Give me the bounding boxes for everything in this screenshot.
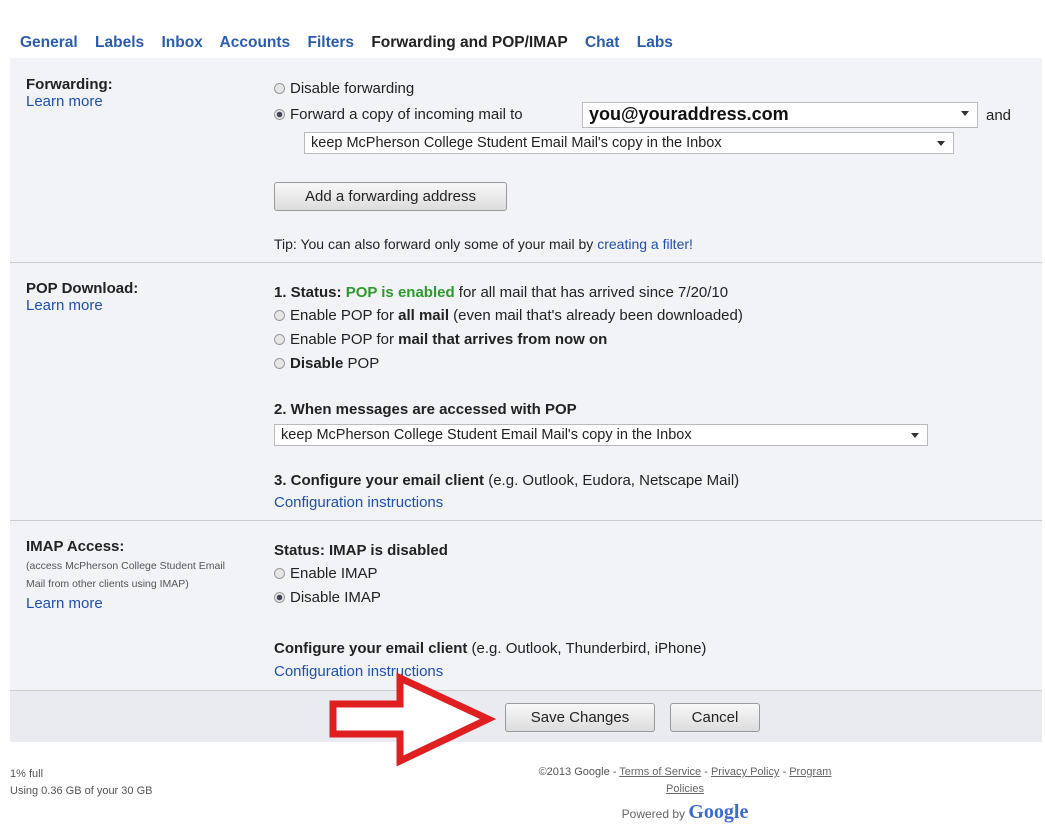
disable-forwarding-option[interactable]: Disable forwarding	[274, 80, 414, 97]
save-changes-button[interactable]: Save Changes	[505, 703, 655, 732]
forwarding-heading: Forwarding:	[26, 76, 113, 93]
imap-section: IMAP Access: (access McPherson College S…	[10, 520, 1042, 690]
tab-inbox[interactable]: Inbox	[161, 34, 202, 51]
tab-forwarding-pop-imap[interactable]: Forwarding and POP/IMAP	[371, 34, 567, 51]
chevron-down-icon	[911, 433, 919, 438]
tab-general[interactable]: General	[20, 34, 78, 51]
chevron-down-icon	[961, 111, 969, 116]
imap-learn-more-link[interactable]: Learn more	[26, 595, 103, 612]
pop-configure-client: 3. Configure your email client (e.g. Out…	[274, 472, 740, 489]
forwarding-keep-select[interactable]: keep McPherson College Student Email Mai…	[304, 132, 954, 154]
disable-forwarding-radio[interactable]	[274, 83, 285, 94]
imap-status: Status: IMAP is disabled	[274, 542, 448, 559]
storage-detail: Using 0.36 GB of your 30 GB	[10, 785, 153, 797]
powered-by: Powered by Google	[621, 801, 749, 823]
pop-section: POP Download: Learn more 1. Status: POP …	[10, 262, 1042, 521]
terms-link[interactable]: Terms of Service	[619, 766, 701, 778]
pop-status: 1. Status: POP is enabled for all mail t…	[274, 284, 729, 301]
cancel-button[interactable]: Cancel	[670, 703, 760, 732]
imap-disable-radio[interactable]	[274, 592, 285, 603]
pop-heading: POP Download:	[26, 280, 139, 297]
pop-configuration-instructions-link[interactable]: Configuration instructions	[274, 494, 443, 511]
imap-configure-client: Configure your email client (e.g. Outloo…	[274, 640, 707, 657]
pop-access-select[interactable]: keep McPherson College Student Email Mai…	[274, 424, 928, 446]
imap-enable-radio[interactable]	[274, 568, 285, 579]
forwarding-learn-more-link[interactable]: Learn more	[26, 93, 103, 110]
tab-labels[interactable]: Labels	[95, 34, 144, 51]
footer-links: ©2013 Google - Terms of Service - Privac…	[520, 764, 850, 823]
tab-filters[interactable]: Filters	[307, 34, 354, 51]
tab-chat[interactable]: Chat	[585, 34, 619, 51]
forward-copy-option[interactable]: Forward a copy of incoming mail to	[274, 106, 523, 123]
forwarding-section: Forwarding: Learn more Disable forwardin…	[10, 58, 1042, 263]
google-logo: Google	[688, 801, 749, 823]
chevron-down-icon	[937, 141, 945, 146]
storage-usage: 1% full Using 0.36 GB of your 30 GB	[10, 766, 152, 800]
imap-enable-option[interactable]: Enable IMAP	[274, 565, 378, 582]
settings-tabs: General Labels Inbox Accounts Filters Fo…	[20, 34, 686, 52]
copyright: ©2013 Google	[538, 766, 610, 778]
pop-status-value: POP is enabled	[345, 284, 455, 301]
storage-percent: 1% full	[10, 768, 44, 780]
pop-access-heading: 2. When messages are accessed with POP	[274, 401, 577, 418]
pop-all-mail-option[interactable]: Enable POP for all mail (even mail that'…	[274, 307, 743, 324]
tab-labs[interactable]: Labs	[637, 34, 673, 51]
forward-copy-radio[interactable]	[274, 109, 285, 120]
creating-filter-link[interactable]: creating a filter!	[597, 236, 693, 252]
pop-learn-more-link[interactable]: Learn more	[26, 297, 103, 314]
imap-description: (access McPherson College Student Email …	[26, 560, 226, 590]
pop-all-mail-radio[interactable]	[274, 310, 285, 321]
add-forwarding-address-button[interactable]: Add a forwarding address	[274, 182, 507, 211]
pop-from-now-option[interactable]: Enable POP for mail that arrives from no…	[274, 331, 607, 348]
pop-disable-option[interactable]: Disable POP	[274, 355, 379, 372]
imap-heading: IMAP Access:	[26, 538, 125, 555]
forwarding-address-select[interactable]: you@youraddress.com	[582, 102, 978, 128]
imap-disable-option[interactable]: Disable IMAP	[274, 589, 381, 606]
and-label: and	[986, 107, 1012, 124]
red-arrow-annotation	[329, 672, 497, 767]
tab-accounts[interactable]: Accounts	[220, 34, 291, 51]
pop-disable-radio[interactable]	[274, 358, 285, 369]
pop-from-now-radio[interactable]	[274, 334, 285, 345]
privacy-link[interactable]: Privacy Policy	[711, 766, 779, 778]
forwarding-tip: Tip: You can also forward only some of y…	[274, 236, 594, 252]
